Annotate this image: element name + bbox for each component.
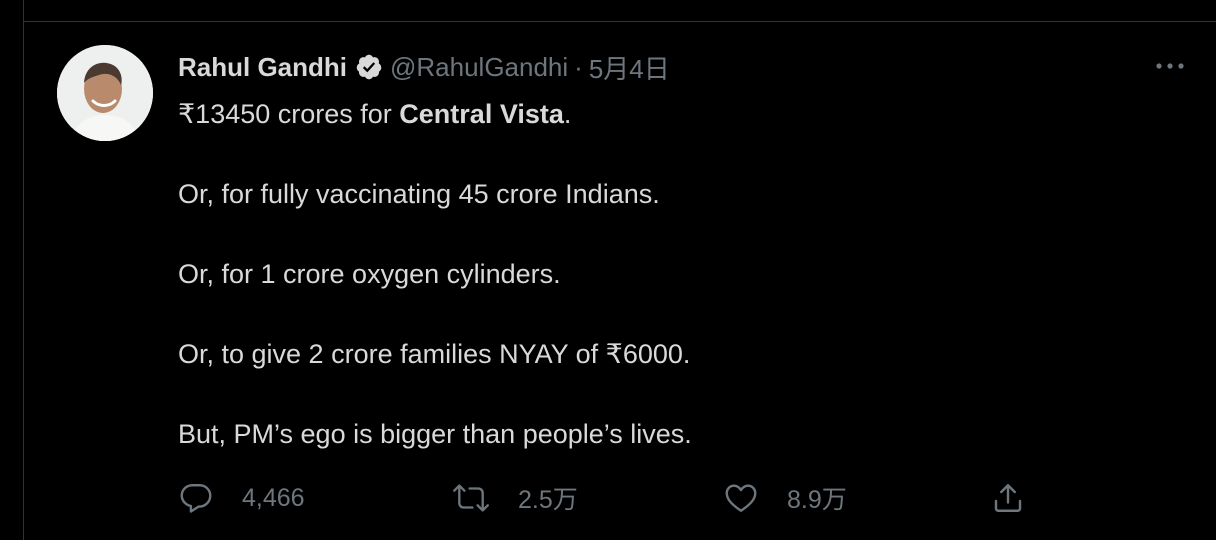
reply-count: 4,466 xyxy=(242,483,305,512)
tweet-date[interactable]: 5月4日 xyxy=(589,49,670,86)
retweet-button[interactable]: 2.5万 xyxy=(452,476,578,520)
heart-icon xyxy=(723,480,759,516)
tweet-line-1-prefix: ₹13450 crores for xyxy=(178,99,400,129)
reply-button[interactable]: 4,466 xyxy=(178,476,305,520)
like-button[interactable]: 8.9万 xyxy=(723,476,847,520)
tweet-line-1-suffix: . xyxy=(563,99,572,129)
tweet-line: Or, for 1 crore oxygen cylinders. xyxy=(178,259,561,289)
tweet-line: Or, for fully vaccinating 45 crore India… xyxy=(178,179,660,209)
share-button[interactable] xyxy=(990,476,1026,520)
header-separator: · xyxy=(574,51,583,82)
reply-bubble-icon xyxy=(178,480,214,516)
tweet-line: But, PM’s ego is bigger than people’s li… xyxy=(178,419,692,449)
tweet-line: Or, to give 2 crore families NYAY of ₹60… xyxy=(178,339,691,369)
like-count: 8.9万 xyxy=(787,486,847,514)
column-border xyxy=(23,0,24,540)
more-options-button[interactable] xyxy=(1154,52,1186,80)
author-handle[interactable]: @RahulGandhi xyxy=(390,52,568,83)
tweet-top-divider xyxy=(24,21,1216,22)
tweet-line: ₹13450 crores for Central Vista. xyxy=(178,96,571,132)
avatar-photo xyxy=(57,45,153,141)
tweet-line-1-bold: Central Vista xyxy=(399,99,564,129)
author-name[interactable]: Rahul Gandhi xyxy=(178,52,347,83)
retweet-arrows-icon xyxy=(452,480,490,516)
retweet-count: 2.5万 xyxy=(518,486,578,514)
more-dots-icon xyxy=(1154,62,1186,70)
avatar[interactable] xyxy=(57,45,153,141)
tweet-header: Rahul Gandhi @RahulGandhi · 5月4日 xyxy=(178,50,670,84)
share-upload-icon xyxy=(990,480,1026,516)
verified-badge-icon xyxy=(355,53,383,81)
